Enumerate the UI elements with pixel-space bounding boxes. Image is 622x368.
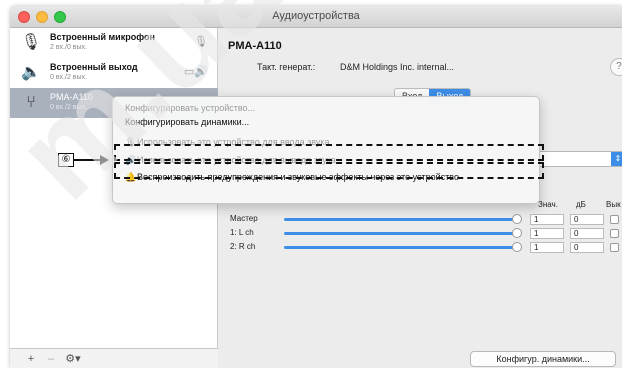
add-device-button[interactable]: + [24, 352, 38, 366]
title-bar: Аудиоустройства [10, 6, 622, 28]
mute-checkbox[interactable] [610, 215, 619, 224]
device-channels: 0 вх./2 вых. [50, 74, 87, 81]
clock-source-value[interactable]: D&M Holdings Inc. internal... [340, 62, 454, 72]
menu-item-configure-speakers[interactable]: Конфигурировать динамики... [125, 117, 249, 127]
column-header-mute: Вык [606, 200, 621, 209]
device-name: PMA-A110 [50, 92, 93, 102]
output-default-icon: ▭🔊 [183, 66, 208, 78]
device-channels: 0 вх./2 вых. [50, 104, 87, 111]
callout-number: ⑥ [58, 153, 74, 167]
speaker-icon: 🔈 [21, 64, 41, 81]
value-field[interactable]: 1 [530, 228, 564, 239]
menu-item-configure-device[interactable]: Конфигурировать устройство... [125, 103, 255, 113]
device-channels: 2 вх./0 вых. [50, 44, 87, 51]
channel-label: Мастер [230, 214, 258, 223]
slider-knob[interactable] [512, 228, 522, 238]
channel-label: 1: L ch [230, 228, 254, 237]
channel-label: 2: R ch [230, 242, 256, 251]
help-button[interactable]: ? [610, 58, 622, 76]
device-name: Встроенный выход [50, 62, 138, 72]
remove-device-button[interactable]: – [44, 352, 58, 366]
gear-icon[interactable]: ⚙▾ [62, 352, 84, 366]
callout-frame-lower [114, 162, 544, 179]
mute-checkbox[interactable] [610, 229, 619, 238]
window-title: Аудиоустройства [272, 10, 360, 22]
value-field[interactable]: 1 [530, 214, 564, 225]
column-header-value: Знач. [538, 200, 558, 209]
callout-frame [114, 144, 544, 161]
chevron-updown-icon: ⇕ [611, 152, 622, 166]
input-default-icon: 🎙 [194, 36, 208, 48]
value-field[interactable]: 1 [530, 242, 564, 253]
db-field[interactable]: 0 [570, 242, 604, 253]
mute-checkbox[interactable] [610, 243, 619, 252]
device-item-built-in-output[interactable]: 🔈 Встроенный выход 0 вх./2 вых. ▭🔊 [10, 58, 218, 88]
callout-arrow-line [74, 159, 102, 161]
column-header-db: дБ [576, 200, 586, 209]
volume-slider[interactable] [284, 214, 522, 224]
device-item-built-in-microphone[interactable]: 🎙 Встроенный микрофон 2 вх./0 вых. 🎙 [10, 28, 218, 58]
slider-knob[interactable] [512, 214, 522, 224]
usb-icon: ⑂ [26, 94, 36, 111]
volume-slider[interactable] [284, 228, 522, 238]
db-field[interactable]: 0 [570, 214, 604, 225]
configure-speakers-button[interactable]: Конфигур. динамики... [470, 351, 616, 367]
device-name: Встроенный микрофон [50, 32, 155, 42]
callout-arrow-icon [100, 155, 109, 165]
slider-knob[interactable] [512, 242, 522, 252]
clock-source-label: Такт. генерат.: [257, 62, 316, 72]
microphone-icon: 🎙 [20, 34, 42, 51]
device-list-toolbar: + – ⚙▾ [10, 348, 218, 368]
volume-slider[interactable] [284, 242, 522, 252]
device-title: PMA-A110 [228, 40, 282, 52]
db-field[interactable]: 0 [570, 228, 604, 239]
